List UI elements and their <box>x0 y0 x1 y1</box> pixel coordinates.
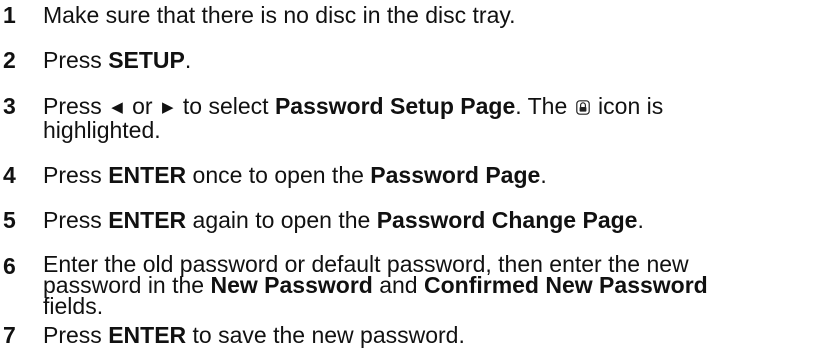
step-text: Press ENTER to save the new password. <box>43 323 816 347</box>
setup-keyword: SETUP <box>108 47 185 73</box>
step-6: 6 Enter the old password or default pass… <box>0 253 816 319</box>
step-text-line-2: highlighted. <box>43 117 816 143</box>
step-text: Press ENTER again to open the Password C… <box>43 208 816 232</box>
password-page-keyword: Password Page <box>370 162 541 188</box>
step-text-segment: . <box>637 207 644 233</box>
confirmed-new-password-keyword: Confirmed New Password <box>423 272 708 298</box>
step-text-segment: Press <box>43 93 109 119</box>
step-5: 5 Press ENTER again to open the Password… <box>0 208 816 232</box>
enter-keyword: ENTER <box>108 322 187 348</box>
step-text-segment: or <box>125 93 159 119</box>
step-3: 3 Press ◀ or ▶ to select Password Setup … <box>0 93 816 143</box>
step-text-segment: and <box>372 272 424 298</box>
step-text-segment: to select <box>176 93 275 119</box>
step-text-segment: Press <box>43 322 109 348</box>
step-number: 7 <box>3 322 16 348</box>
step-text-segment: . The <box>515 93 574 119</box>
step-2: 2 Press SETUP. <box>0 48 816 72</box>
step-text-segment: icon is <box>591 93 664 119</box>
step-7: 7 Press ENTER to save the new password. <box>0 323 816 347</box>
step-text-segment: to save the new password. <box>186 322 465 348</box>
step-text-segment: . <box>540 162 547 188</box>
step-text-segment: Press <box>43 162 109 188</box>
step-text-segment: . <box>184 47 192 73</box>
step-text-segment: once to open the <box>186 162 371 188</box>
step-text: Press SETUP. <box>43 48 816 72</box>
step-text-segment: Make sure that there is no disc in the d… <box>43 2 516 28</box>
triangle-right-icon: ▶ <box>161 99 174 116</box>
step-text-segment: Press <box>43 207 109 233</box>
step-text-line-1: Enter the old password or default passwo… <box>43 253 816 276</box>
new-password-keyword: New Password <box>210 272 373 298</box>
step-number: 5 <box>3 207 16 233</box>
step-1: 1 Make sure that there is no disc in the… <box>0 3 816 27</box>
step-number: 2 <box>3 47 16 73</box>
step-text: Make sure that there is no disc in the d… <box>43 3 816 27</box>
step-text-segment: highlighted. <box>43 117 161 143</box>
step-text: Press ENTER once to open the Password Pa… <box>43 163 816 187</box>
step-text-segment: fields. <box>43 293 104 319</box>
step-4: 4 Press ENTER once to open the Password … <box>0 163 816 187</box>
step-text-line-3: fields. <box>43 293 816 319</box>
enter-keyword: ENTER <box>108 162 187 188</box>
step-number: 1 <box>3 2 16 28</box>
lock-icon <box>575 100 590 115</box>
step-text-segment: again to open the <box>186 207 377 233</box>
step-text-segment: Press <box>43 47 109 73</box>
step-text-line-2: password in the New Password and Confirm… <box>43 272 816 298</box>
password-change-page-keyword: Password Change Page <box>376 207 638 233</box>
enter-keyword: ENTER <box>108 207 187 233</box>
step-number: 4 <box>3 162 16 188</box>
step-number: 3 <box>3 93 16 119</box>
password-setup-page-keyword: Password Setup Page <box>274 93 516 119</box>
step-number: 6 <box>3 253 16 279</box>
